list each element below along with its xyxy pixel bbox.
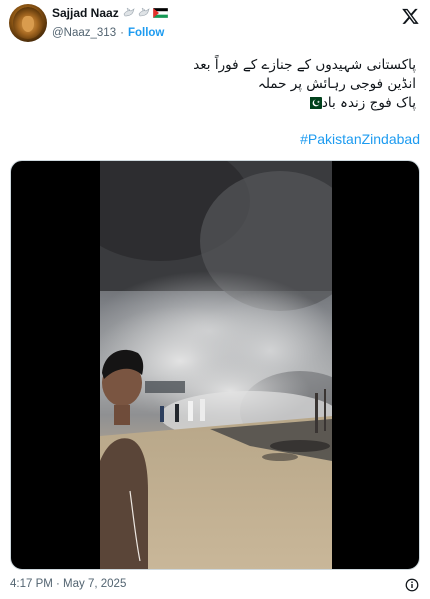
pakistan-flag-icon — [305, 97, 322, 109]
tweet-card: Sajjad Naaz @Naaz_313 · Follow پاکستانی … — [0, 0, 430, 599]
video-still-graphic — [100, 161, 332, 569]
name-badges — [123, 7, 168, 18]
tweet-line-1: پاکستانی شہیدوں کے جنازے کے فوراً بعد — [193, 57, 416, 73]
palestine-flag-icon — [153, 7, 168, 18]
lion-face-graphic — [22, 16, 34, 32]
tweet-line-3: پاک فوج زندہ باد — [321, 95, 416, 111]
author-display-name[interactable]: Sajjad Naaz — [52, 6, 119, 20]
author-handle[interactable]: @Naaz_313 — [52, 27, 116, 39]
video-player[interactable] — [10, 160, 420, 570]
handle-row: @Naaz_313 · Follow — [52, 27, 164, 39]
handle-separator: · — [120, 27, 124, 39]
tweet-text: پاکستانی شہیدوں کے جنازے کے فوراً بعد ان… — [36, 56, 416, 113]
author-avatar[interactable] — [9, 4, 47, 42]
tweet-line-2: انڈین فوجی رہائش پر حملہ — [257, 76, 416, 92]
info-icon[interactable] — [405, 578, 419, 592]
tweet-timestamp[interactable]: 4:17 PM · May 7, 2025 — [10, 578, 126, 590]
dove-icon — [123, 7, 135, 17]
dove-icon — [138, 7, 150, 17]
hashtag-link[interactable]: #PakistanZindabad — [300, 131, 420, 147]
video-frame[interactable] — [100, 161, 332, 569]
follow-button[interactable]: Follow — [128, 27, 164, 39]
x-logo-icon[interactable] — [401, 7, 420, 25]
tweet-line-3-row: پاک فوج زندہ باد — [36, 94, 416, 113]
